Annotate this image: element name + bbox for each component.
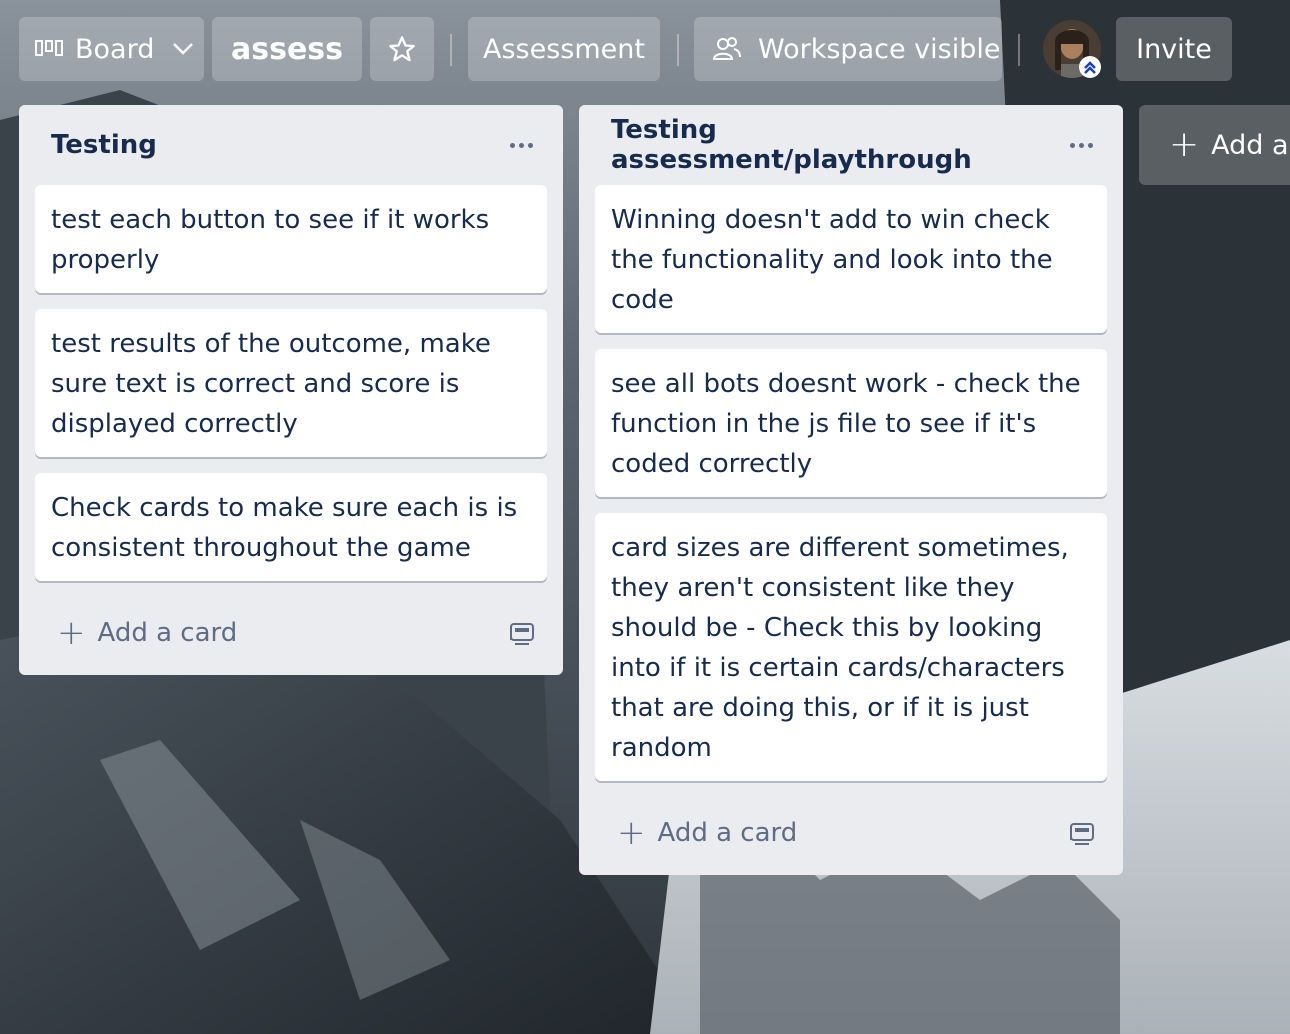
plus-icon: + bbox=[617, 813, 646, 853]
admin-badge-icon bbox=[1079, 56, 1101, 78]
board-view-switcher[interactable]: Board bbox=[19, 17, 204, 81]
workspace-button[interactable]: Assessment bbox=[468, 17, 660, 81]
list-footer: + Add a card bbox=[579, 797, 1123, 875]
plus-icon: + bbox=[1169, 124, 1200, 165]
add-card-label: Add a card bbox=[97, 618, 238, 648]
card-template-icon[interactable] bbox=[509, 620, 535, 646]
chevron-down-icon bbox=[173, 43, 194, 55]
star-button[interactable] bbox=[370, 17, 434, 81]
header-divider bbox=[450, 34, 452, 66]
board-name[interactable]: assess bbox=[212, 17, 362, 81]
invite-label: Invite bbox=[1136, 33, 1212, 65]
invite-button[interactable]: Invite bbox=[1116, 17, 1232, 81]
list-menu-icon[interactable] bbox=[506, 137, 537, 154]
workspace-label: Assessment bbox=[483, 33, 645, 65]
list-header: Testing assessment/playthrough bbox=[579, 105, 1123, 185]
card[interactable]: test results of the outcome, make sure t… bbox=[35, 309, 547, 457]
visibility-label: Workspace visible bbox=[758, 33, 1001, 65]
list-testing: Testing test each button to see if it wo… bbox=[19, 105, 563, 675]
star-icon bbox=[389, 36, 415, 62]
add-card-label: Add a card bbox=[657, 818, 798, 848]
card-template-icon[interactable] bbox=[1069, 820, 1095, 846]
list-testing-assessment: Testing assessment/playthrough Winning d… bbox=[579, 105, 1123, 875]
list-title[interactable]: Testing assessment/playthrough bbox=[611, 115, 1066, 175]
board-view-label: Board bbox=[75, 33, 155, 65]
add-list-button[interactable]: + Add another list bbox=[1139, 105, 1290, 185]
add-list-label: Add another list bbox=[1211, 129, 1290, 161]
board-name-label: assess bbox=[230, 31, 344, 67]
header-divider bbox=[677, 34, 679, 66]
plus-icon: + bbox=[57, 613, 86, 653]
card[interactable]: test each button to see if it works prop… bbox=[35, 185, 547, 293]
board-icon bbox=[35, 40, 63, 56]
card[interactable]: Winning doesn't add to win check the fun… bbox=[595, 185, 1107, 333]
people-icon bbox=[712, 37, 741, 60]
card[interactable]: see all bots doesnt work - check the fun… bbox=[595, 349, 1107, 497]
list-title[interactable]: Testing bbox=[51, 130, 157, 160]
add-card-button[interactable]: + Add a card bbox=[57, 616, 237, 650]
add-card-button[interactable]: + Add a card bbox=[617, 816, 797, 850]
list-footer: + Add a card bbox=[19, 597, 563, 675]
list-menu-icon[interactable] bbox=[1066, 137, 1097, 154]
list-header: Testing bbox=[19, 105, 563, 185]
card[interactable]: Check cards to make sure each is is cons… bbox=[35, 473, 547, 581]
header-divider bbox=[1018, 34, 1020, 66]
card[interactable]: card sizes are different sometimes, they… bbox=[595, 513, 1107, 781]
visibility-button[interactable]: Workspace visible bbox=[694, 17, 1002, 81]
